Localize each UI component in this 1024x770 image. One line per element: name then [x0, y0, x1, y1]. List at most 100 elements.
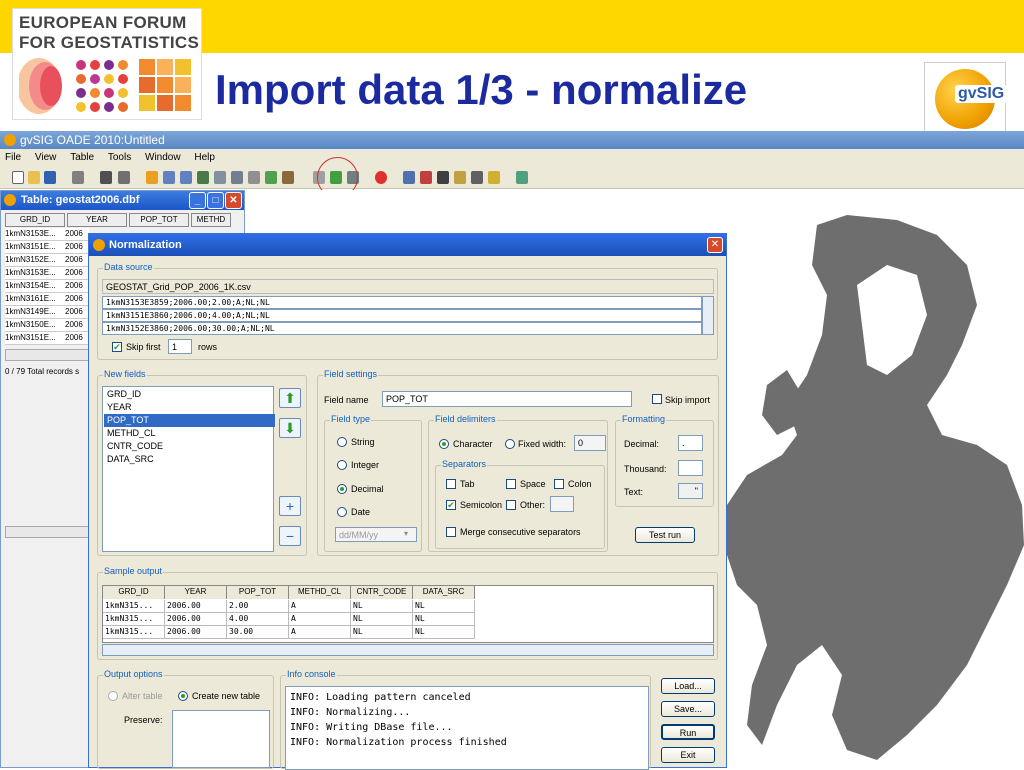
table-row[interactable]: 1kmN315... 2006.00 30.00 A NL NL [103, 626, 475, 639]
target-icon[interactable] [375, 171, 387, 184]
save-button[interactable]: Save... [661, 701, 715, 717]
character-radio[interactable] [439, 439, 449, 449]
sort-descending-icon[interactable] [180, 171, 192, 184]
table-row[interactable]: 1kmN3152E... 2006 [5, 254, 89, 267]
table-icon[interactable] [72, 171, 84, 184]
filter-icon[interactable] [146, 171, 158, 184]
table-row[interactable]: 1kmN3150E... 2006 [5, 319, 89, 332]
date-radio[interactable] [337, 507, 347, 517]
column-header[interactable]: GRD_ID [5, 213, 65, 227]
pencil-icon[interactable] [420, 171, 432, 184]
menu-file[interactable]: File [5, 152, 21, 163]
table-row[interactable]: 1kmN3151E... 2006 [5, 241, 89, 254]
chevron-down-icon[interactable]: ▾ [404, 529, 408, 538]
table-row[interactable]: 1kmN3149E... 2006 [5, 306, 89, 319]
list-item[interactable]: METHD_CL [104, 427, 275, 440]
close-button[interactable]: ✕ [225, 192, 242, 209]
tab-checkbox[interactable] [446, 479, 456, 489]
table-row[interactable]: 1kmN3153E... 2006 [5, 228, 89, 241]
load-button[interactable]: Load... [661, 678, 715, 694]
add-field-button[interactable]: + [279, 496, 301, 516]
fixed-width-radio[interactable] [505, 439, 515, 449]
space-checkbox[interactable] [506, 479, 516, 489]
table-row[interactable]: 1kmN3161E... 2006 [5, 293, 89, 306]
exit-button[interactable]: Exit [661, 747, 715, 763]
create-new-table-radio[interactable] [178, 691, 188, 701]
fixed-width-input[interactable]: 0 [574, 435, 606, 451]
stop-icon[interactable] [100, 171, 112, 184]
layer-icon[interactable] [488, 171, 500, 184]
new-fields-list[interactable]: GRD_ID YEAR POP_TOT METHD_CL CNTR_CODE D… [102, 386, 275, 552]
list-item[interactable]: CNTR_CODE [104, 440, 275, 453]
field-calculator-icon[interactable] [197, 171, 209, 184]
sample-column-header[interactable]: GRD_ID [103, 586, 165, 599]
other-checkbox[interactable] [506, 500, 516, 510]
sort-ascending-icon[interactable] [163, 171, 175, 184]
column-header[interactable]: POP_TOT [129, 213, 189, 227]
column-header[interactable]: YEAR [67, 213, 127, 227]
menu-help[interactable]: Help [194, 152, 215, 163]
lower-scrollbar[interactable] [5, 526, 89, 538]
text-qualifier-input[interactable]: " [678, 483, 703, 499]
menu-window[interactable]: Window [145, 152, 181, 163]
sample-column-header[interactable]: DATA_SRC [413, 586, 475, 599]
save-icon[interactable] [44, 171, 56, 184]
table-row[interactable]: 1kmN315... 2006.00 4.00 A NL NL [103, 613, 475, 626]
open-folder-icon[interactable] [28, 171, 40, 184]
edit-icon[interactable] [471, 171, 483, 184]
colon-checkbox[interactable] [554, 479, 564, 489]
new-file-icon[interactable] [12, 171, 24, 184]
preserve-list[interactable] [172, 710, 270, 768]
window-icon[interactable] [437, 171, 449, 184]
skip-first-input[interactable]: 1 [168, 339, 192, 354]
string-radio[interactable] [337, 437, 347, 447]
skip-first-checkbox[interactable]: ✔ [112, 342, 122, 352]
decimal-radio[interactable] [337, 484, 347, 494]
column-header[interactable]: METHD [191, 213, 231, 227]
decimal-separator-input[interactable]: . [678, 435, 703, 451]
table-row[interactable]: 1kmN3153E... 2006 [5, 267, 89, 280]
move-down-button[interactable]: ⬇ [279, 418, 301, 438]
sample-column-header[interactable]: POP_TOT [227, 586, 289, 599]
sample-column-header[interactable]: YEAR [165, 586, 227, 599]
table-row[interactable]: 1kmN3154E... 2006 [5, 280, 89, 293]
vertical-scrollbar[interactable] [702, 296, 714, 335]
table-row[interactable]: 1kmN315... 2006.00 2.00 A NL NL [103, 600, 475, 613]
sample-column-header[interactable]: METHD_CL [289, 586, 351, 599]
table-edit-icon[interactable] [231, 171, 243, 184]
alter-table-radio[interactable] [108, 691, 118, 701]
merge-separators-checkbox[interactable] [446, 527, 456, 537]
field-name-input[interactable]: POP_TOT [382, 391, 632, 407]
copy-icon[interactable] [214, 171, 226, 184]
list-item[interactable]: POP_TOT [104, 414, 275, 427]
list-item[interactable]: GRD_ID [104, 388, 275, 401]
move-up-button[interactable]: ⬆ [279, 388, 301, 408]
integer-radio[interactable] [337, 460, 347, 470]
join-icon[interactable] [265, 171, 277, 184]
run-button[interactable]: Run [661, 724, 715, 740]
menu-table[interactable]: Table [70, 152, 94, 163]
arrow-right-icon[interactable] [118, 171, 130, 184]
horizontal-scrollbar[interactable] [5, 349, 89, 361]
refresh-icon[interactable] [516, 171, 528, 184]
export-icon[interactable] [282, 171, 294, 184]
sample-column-header[interactable]: CNTR_CODE [351, 586, 413, 599]
thousand-separator-input[interactable] [678, 460, 703, 476]
list-item[interactable]: YEAR [104, 401, 275, 414]
tools-icon[interactable] [403, 171, 415, 184]
maximize-button[interactable]: □ [207, 192, 224, 209]
semicolon-checkbox[interactable]: ✔ [446, 500, 456, 510]
minimize-button[interactable]: _ [189, 192, 206, 209]
link-icon[interactable] [248, 171, 260, 184]
horizontal-scrollbar[interactable] [102, 644, 714, 656]
search-icon[interactable] [454, 171, 466, 184]
table-row[interactable]: 1kmN3151E... 2006 [5, 332, 89, 345]
menu-tools[interactable]: Tools [108, 152, 131, 163]
menu-view[interactable]: View [35, 152, 57, 163]
close-button[interactable]: ✕ [707, 237, 723, 253]
other-input[interactable] [550, 496, 574, 512]
remove-field-button[interactable]: − [279, 526, 301, 546]
test-run-button[interactable]: Test run [635, 527, 695, 543]
list-item[interactable]: DATA_SRC [104, 453, 275, 466]
skip-import-checkbox[interactable] [652, 394, 662, 404]
